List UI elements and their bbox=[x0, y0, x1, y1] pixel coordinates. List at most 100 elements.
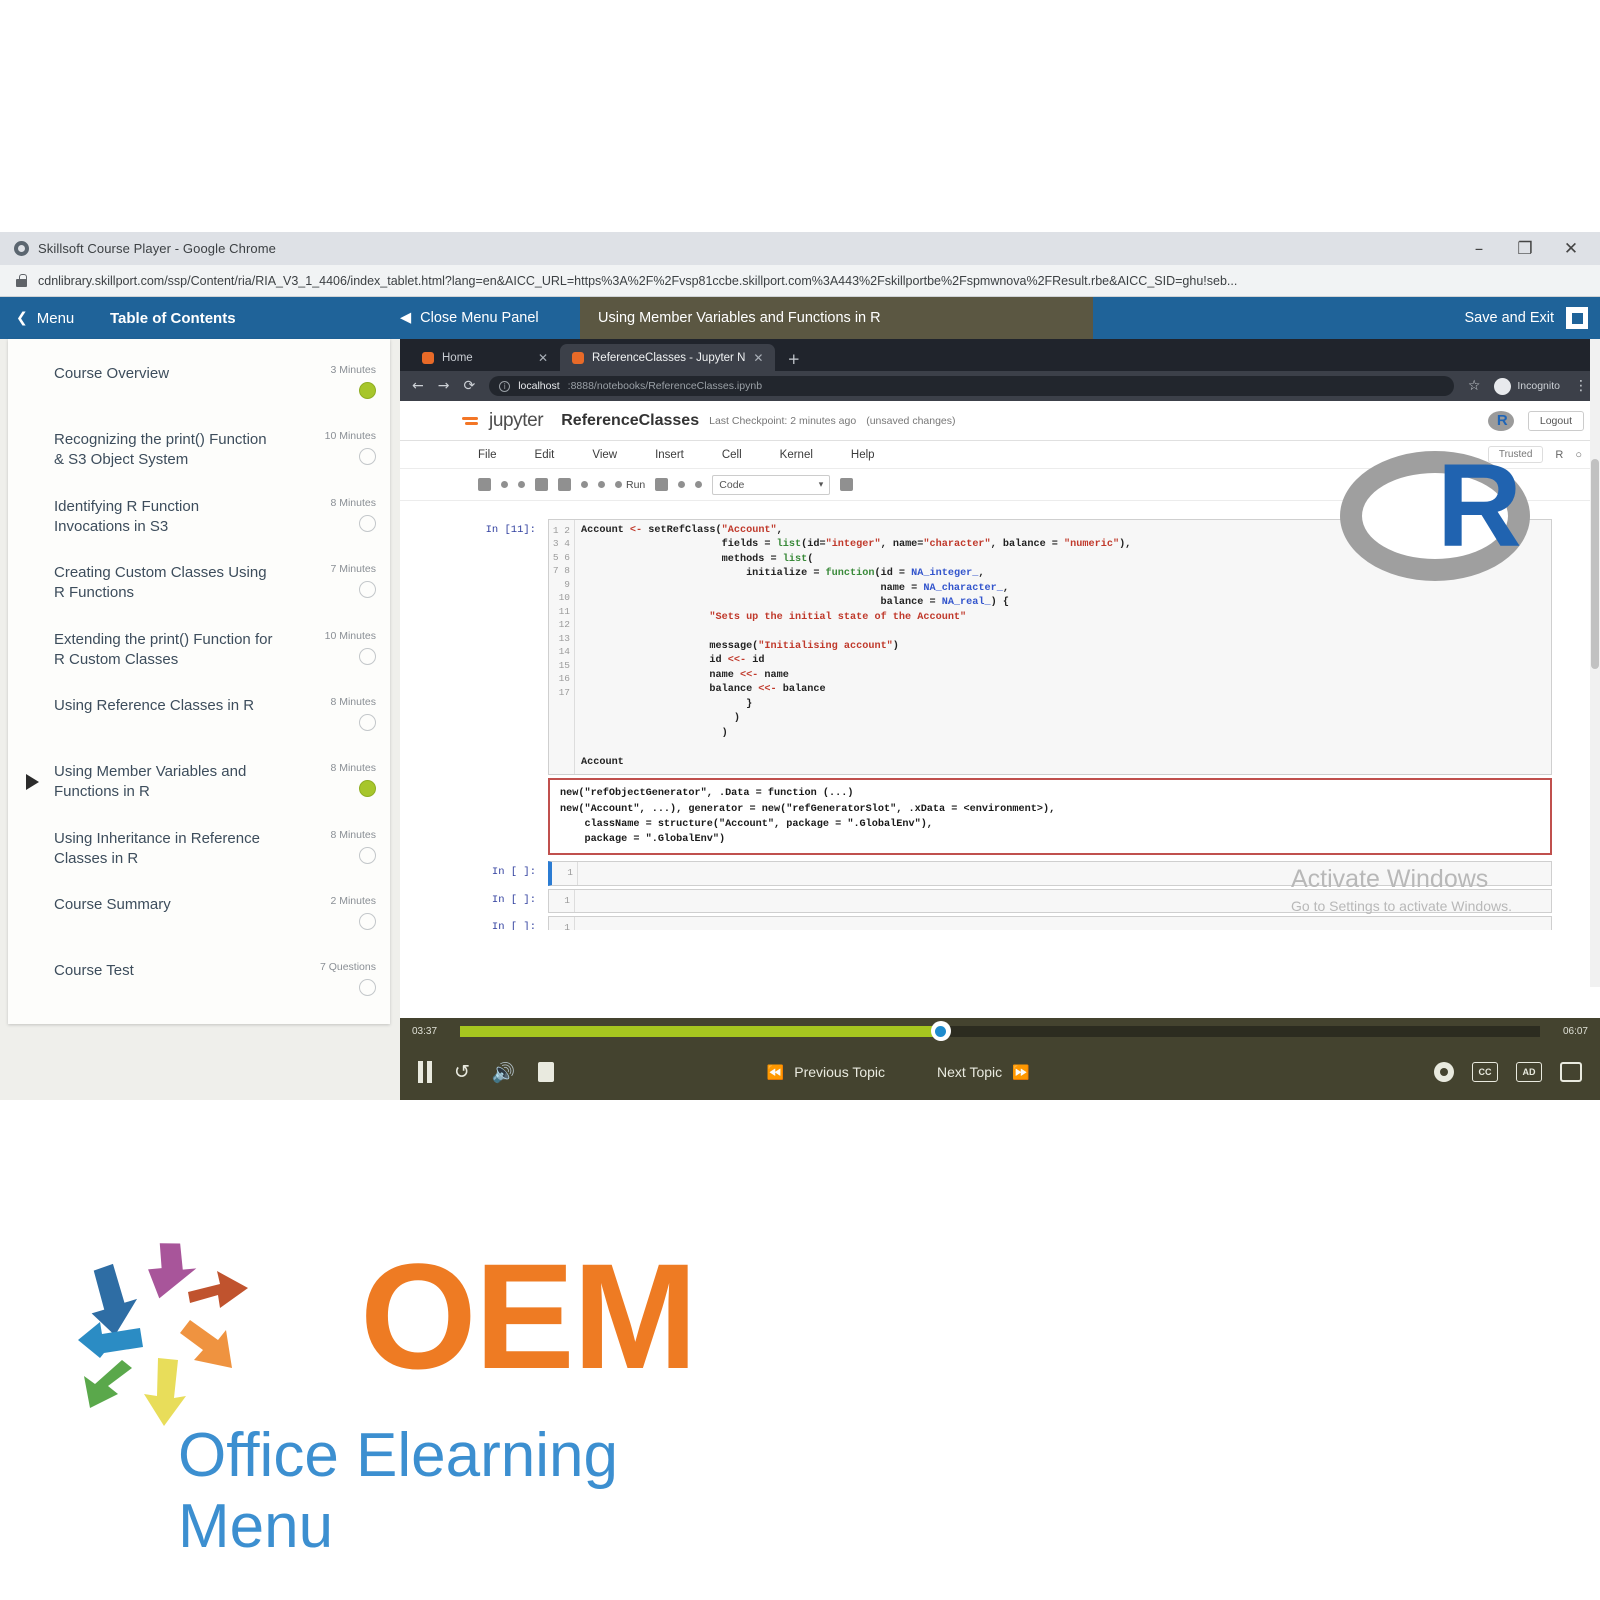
line-number-gutter: 1 bbox=[549, 889, 575, 913]
course-player-topbar: ❮ Menu Table of Contents ◀ Close Menu Pa… bbox=[0, 297, 1600, 339]
notebook-name[interactable]: ReferenceClasses bbox=[561, 412, 699, 430]
incognito-label: Incognito bbox=[1517, 380, 1560, 392]
fullscreen-icon[interactable] bbox=[1559, 1062, 1582, 1082]
insert-cell-below-icon[interactable] bbox=[501, 481, 508, 488]
exit-player-button[interactable] bbox=[1566, 307, 1588, 329]
restart-run-all-icon[interactable] bbox=[695, 481, 703, 488]
code-cell-4[interactable]: In [ ]: 1 bbox=[470, 916, 1552, 930]
jupyter-logo-icon bbox=[462, 416, 478, 425]
toc-item-using-member-variables-and-functions[interactable]: Using Member Variables and Functions in … bbox=[8, 749, 390, 816]
close-menu-panel-button[interactable]: ◀ Close Menu Panel bbox=[400, 297, 580, 339]
incognito-indicator[interactable]: Incognito bbox=[1494, 377, 1560, 395]
code-cell-3[interactable]: In [ ]: 1 bbox=[470, 888, 1552, 914]
audio-description-button[interactable]: AD bbox=[1515, 1062, 1542, 1082]
toc-item-course-summary[interactable]: Course Summary 2 Minutes bbox=[8, 882, 390, 948]
cell-input-area[interactable]: 1 bbox=[548, 888, 1552, 914]
inner-url-input[interactable]: i localhost :8888/notebooks/ReferenceCla… bbox=[489, 376, 1454, 396]
cell-source-code[interactable] bbox=[575, 890, 1551, 912]
cell-prompt: In [ ]: bbox=[491, 921, 536, 930]
cell-type-select[interactable]: Code ▾ bbox=[712, 474, 831, 495]
new-tab-button[interactable]: + bbox=[775, 350, 812, 371]
transcript-icon[interactable] bbox=[537, 1062, 554, 1082]
chevron-down-icon: ▾ bbox=[818, 479, 824, 490]
toc-item-course-overview[interactable]: Course Overview 3 Minutes bbox=[8, 351, 390, 417]
run-cell-button[interactable]: Run bbox=[615, 479, 645, 491]
reload-icon[interactable]: ⟳ bbox=[463, 378, 475, 394]
toc-item-using-inheritance-reference-classes[interactable]: Using Inheritance in Reference Classes i… bbox=[8, 816, 390, 883]
cell-input-area[interactable]: 1 bbox=[548, 861, 1552, 886]
back-icon[interactable]: ← bbox=[412, 378, 424, 394]
command-palette-icon[interactable] bbox=[840, 478, 854, 491]
inner-browser-addressbar: ← → ⟳ i localhost :8888/notebooks/Refere… bbox=[400, 371, 1600, 401]
menu-view[interactable]: View bbox=[592, 449, 617, 461]
toc-item-extending-print-function[interactable]: Extending the print() Function for R Cus… bbox=[8, 617, 390, 684]
next-topic-label: Next Topic bbox=[937, 1064, 1003, 1080]
cell-source-code[interactable] bbox=[578, 862, 1551, 884]
bookmark-star-icon[interactable]: ☆ bbox=[1468, 378, 1481, 394]
logout-button[interactable]: Logout bbox=[1527, 410, 1584, 431]
page-scrollbar[interactable] bbox=[1590, 339, 1600, 987]
toc-item-label: Extending the print() Function for R Cus… bbox=[54, 630, 273, 668]
menu-cell[interactable]: Cell bbox=[722, 449, 742, 461]
save-and-exit-button[interactable]: Save and Exit bbox=[1465, 310, 1554, 326]
r-kernel-logo-icon bbox=[1487, 410, 1514, 431]
menu-insert[interactable]: Insert bbox=[655, 449, 684, 461]
inner-tab-referenceclasses[interactable]: ReferenceClasses - Jupyter N ✕ bbox=[560, 344, 776, 371]
oem-branding: OEM Office Elearning Menu bbox=[60, 1235, 760, 1561]
video-progress-fill bbox=[460, 1025, 941, 1037]
code-cell-2[interactable]: In [ ]: 1 bbox=[470, 861, 1552, 886]
volume-icon[interactable]: 🔊 bbox=[492, 1061, 516, 1084]
inner-tab-home[interactable]: Home ✕ bbox=[410, 344, 560, 371]
menu-edit[interactable]: Edit bbox=[535, 449, 555, 461]
toc-item-identifying-r-function-invocations[interactable]: Identifying R Function Invocations in S3… bbox=[8, 484, 390, 551]
close-tab-icon[interactable]: ✕ bbox=[753, 351, 763, 365]
toc-item-duration: 10 Minutes bbox=[324, 629, 376, 642]
page-info-icon[interactable]: i bbox=[499, 380, 511, 392]
save-icon[interactable] bbox=[478, 478, 491, 491]
stop-kernel-icon[interactable] bbox=[655, 478, 669, 491]
menu-kernel[interactable]: Kernel bbox=[780, 449, 813, 461]
window-titlebar: Skillsoft Course Player - Google Chrome … bbox=[0, 232, 1600, 265]
forward-icon[interactable]: → bbox=[438, 378, 450, 394]
rewind-icon: ⏪ bbox=[766, 1063, 785, 1080]
minimize-button[interactable]: – bbox=[1456, 232, 1502, 265]
menu-button-label: Menu bbox=[36, 309, 75, 327]
toc-item-meta: 3 Minutes bbox=[290, 364, 376, 404]
toc-item-course-test[interactable]: Course Test 7 Questions bbox=[8, 948, 390, 1014]
toc-item-duration: 8 Minutes bbox=[330, 696, 376, 708]
cut-cell-icon[interactable] bbox=[518, 481, 525, 488]
video-seek-slider[interactable] bbox=[460, 1021, 1540, 1041]
cell-source-code[interactable] bbox=[575, 917, 1551, 930]
toc-item-meta: 7 Minutes bbox=[290, 563, 376, 604]
menu-button[interactable]: ❮ Menu bbox=[0, 297, 110, 339]
table-of-contents-title: Table of Contents bbox=[110, 309, 236, 327]
close-tab-icon[interactable]: ✕ bbox=[538, 351, 548, 365]
toc-item-meta: 10 Minutes bbox=[290, 430, 376, 471]
closed-captions-button[interactable]: CC bbox=[1471, 1062, 1498, 1082]
toc-item-creating-custom-classes[interactable]: Creating Custom Classes Using R Function… bbox=[8, 550, 390, 617]
browser-menu-icon[interactable]: ⋮ bbox=[1574, 378, 1588, 394]
chrome-browser-window: Skillsoft Course Player - Google Chrome … bbox=[0, 232, 1600, 1100]
pause-button[interactable] bbox=[418, 1061, 432, 1083]
toc-item-status-dot bbox=[359, 448, 376, 465]
cell-input-area[interactable]: 1 bbox=[548, 916, 1552, 930]
settings-gear-icon[interactable] bbox=[1433, 1062, 1454, 1082]
toc-item-using-reference-classes[interactable]: Using Reference Classes in R 8 Minutes bbox=[8, 683, 390, 749]
restart-kernel-icon[interactable] bbox=[678, 481, 686, 488]
cell-type-value: Code bbox=[719, 478, 745, 491]
paste-cell-icon[interactable] bbox=[558, 478, 571, 491]
video-seek-handle[interactable] bbox=[930, 1021, 951, 1041]
replay-10-icon[interactable]: ↺ bbox=[454, 1061, 470, 1083]
move-cell-up-icon[interactable] bbox=[581, 481, 588, 488]
move-cell-down-icon[interactable] bbox=[598, 481, 605, 488]
previous-topic-button[interactable]: ⏪ Previous Topic bbox=[767, 1064, 885, 1081]
menu-help[interactable]: Help bbox=[851, 449, 875, 461]
menu-file[interactable]: File bbox=[478, 449, 497, 461]
maximize-button[interactable]: ❐ bbox=[1502, 232, 1548, 265]
next-topic-button[interactable]: Next Topic ⏩ bbox=[937, 1064, 1030, 1081]
address-bar[interactable]: cdnlibrary.skillport.com/ssp/Content/ria… bbox=[0, 265, 1600, 297]
close-window-button[interactable]: ✕ bbox=[1548, 232, 1594, 265]
copy-cell-icon[interactable] bbox=[535, 478, 548, 491]
toc-item-recognizing-print-function[interactable]: Recognizing the print() Function & S3 Ob… bbox=[8, 417, 390, 484]
toc-item-meta: 7 Questions bbox=[290, 961, 376, 1001]
